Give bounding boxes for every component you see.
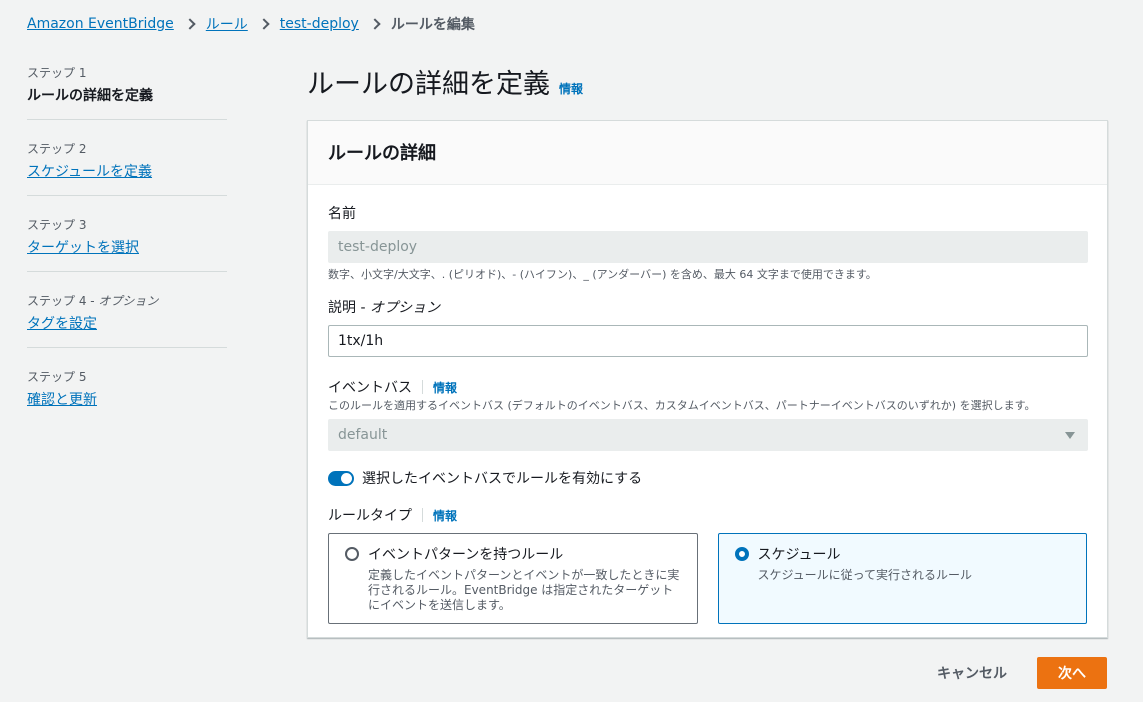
step-link-review[interactable]: 確認と更新 (27, 392, 97, 408)
step-number-text: ステップ 4 - (27, 294, 99, 308)
event-bus-hint: このルールを適用するイベントバス (デフォルトのイベントバス、カスタムイベントバ… (328, 399, 1036, 412)
description-field: 説明 - オプション 1tx/1h (328, 297, 1088, 357)
breadcrumb: Amazon EventBridge ルール test-deploy ルールを編… (27, 14, 475, 34)
tile-title: イベントパターンを持つルール (368, 547, 564, 563)
event-bus-info-link[interactable]: 情報 (433, 379, 457, 396)
chevron-right-icon (184, 18, 196, 30)
chevron-right-icon (258, 18, 270, 30)
divider (422, 508, 423, 522)
step-1: ステップ 1 ルールの詳細を定義 (27, 60, 227, 120)
rule-type-label-row: ルールタイプ 情報 (328, 505, 1087, 525)
step-optional-text: オプション (98, 294, 159, 308)
description-label-text: 説明 - (328, 300, 370, 316)
breadcrumb-rule-name[interactable]: test-deploy (280, 16, 359, 32)
chevron-right-icon (369, 18, 381, 30)
step-number: ステップ 5 (27, 370, 87, 384)
radio-unchecked-icon[interactable] (345, 547, 359, 561)
panel-body: 名前 test-deploy 数字、小文字/大文字、. (ピリオド)、- (ハイ… (308, 185, 1107, 642)
tile-description: スケジュールに従って実行されるルール (757, 568, 973, 582)
rule-type-field: ルールタイプ 情報 イベントパターンを持つルール 定義したイベントパターンとイベ… (328, 505, 1087, 624)
divider (422, 380, 423, 394)
breadcrumb-current: ルールを編集 (390, 17, 475, 33)
description-optional-text: オプション (369, 300, 440, 316)
tile-content: スケジュール スケジュールに従って実行されるルール (758, 544, 973, 613)
rule-detail-panel: ルールの詳細 名前 test-deploy 数字、小文字/大文字、. (ピリオド… (307, 120, 1108, 638)
name-field: 名前 test-deploy 数字、小文字/大文字、. (ピリオド)、- (ハイ… (328, 203, 1088, 282)
wizard-steps: ステップ 1 ルールの詳細を定義 ステップ 2 スケジュールを定義 ステップ 3… (27, 60, 227, 439)
step-3: ステップ 3 ターゲットを選択 (27, 212, 227, 272)
step-number: ステップ 4 - オプション (27, 292, 227, 309)
tile-description: 定義したイベントパターンとイベントが一致したときに実行されるルール。EventB… (368, 568, 680, 612)
tile-title: スケジュール (757, 547, 841, 563)
rule-type-tiles: イベントパターンを持つルール 定義したイベントパターンとイベントが一致したときに… (328, 533, 1087, 624)
next-button[interactable]: 次へ (1037, 657, 1107, 689)
name-input: test-deploy (328, 231, 1088, 263)
radio-checked-icon[interactable] (734, 547, 749, 561)
page-header: ルールの詳細を定義 情報 (307, 62, 583, 101)
event-bus-label: イベントバス (328, 380, 412, 396)
rule-type-info-link[interactable]: 情報 (433, 507, 457, 524)
panel-header: ルールの詳細 (308, 121, 1107, 185)
rule-type-event-pattern-tile[interactable]: イベントパターンを持つルール 定義したイベントパターンとイベントが一致したときに… (328, 533, 698, 624)
enable-rule-toggle-row: 選択したイベントバスでルールを有効にする (328, 468, 1087, 488)
step-2: ステップ 2 スケジュールを定義 (27, 136, 227, 196)
step-link-tags[interactable]: タグを設定 (27, 316, 97, 332)
name-hint: 数字、小文字/大文字、. (ピリオド)、- (ハイフン)、_ (アンダーバー) … (328, 268, 877, 281)
step-4: ステップ 4 - オプション タグを設定 (27, 288, 227, 348)
step-number: ステップ 1 (27, 66, 87, 80)
caret-down-icon (1065, 432, 1075, 439)
name-label: 名前 (328, 206, 356, 222)
wizard-footer: キャンセル 次へ (937, 657, 1107, 689)
description-label: 説明 - オプション (328, 297, 1087, 317)
info-link[interactable]: 情報 (559, 80, 583, 97)
description-input[interactable]: 1tx/1h (328, 325, 1088, 357)
step-5: ステップ 5 確認と更新 (27, 364, 227, 423)
rule-type-label: ルールタイプ (328, 508, 412, 524)
event-bus-label-row: イベントバス 情報 (328, 377, 1087, 397)
step-link-schedule[interactable]: スケジュールを定義 (27, 164, 152, 180)
step-link-targets[interactable]: ターゲットを選択 (27, 240, 139, 256)
breadcrumb-rules[interactable]: ルール (206, 14, 248, 34)
breadcrumb-eventbridge[interactable]: Amazon EventBridge (27, 16, 174, 32)
tile-content: イベントパターンを持つルール 定義したイベントパターンとイベントが一致したときに… (368, 544, 683, 613)
page-title: ルールの詳細を定義 (307, 69, 550, 100)
event-bus-field: イベントバス 情報 このルールを適用するイベントバス (デフォルトのイベントバス… (328, 377, 1088, 451)
cancel-button[interactable]: キャンセル (937, 663, 1007, 683)
event-bus-select: default (328, 419, 1088, 451)
event-bus-select-value: default (328, 419, 1088, 451)
step-number: ステップ 2 (27, 142, 87, 156)
panel-title: ルールの詳細 (328, 143, 436, 164)
step-number: ステップ 3 (27, 218, 87, 232)
rule-type-schedule-tile[interactable]: スケジュール スケジュールに従って実行されるルール (717, 533, 1087, 624)
enable-rule-label: 選択したイベントバスでルールを有効にする (362, 471, 643, 487)
step-label-current: ルールの詳細を定義 (27, 88, 153, 104)
enable-rule-toggle[interactable] (328, 470, 354, 486)
